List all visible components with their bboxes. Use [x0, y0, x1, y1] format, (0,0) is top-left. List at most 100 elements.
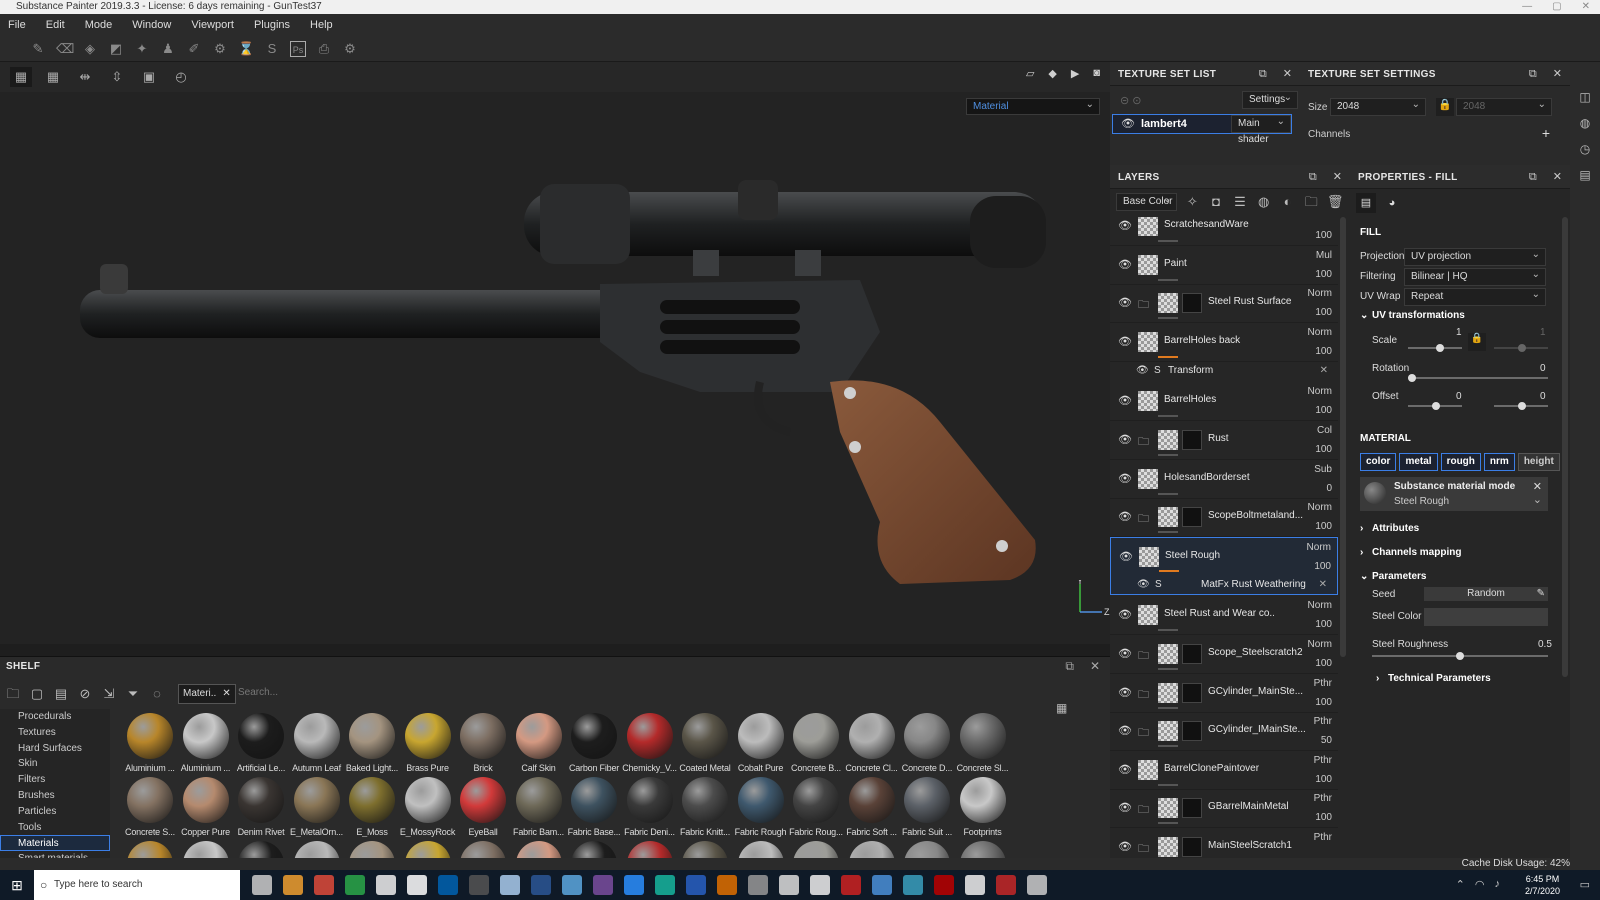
layer-opacity[interactable]: 100	[1292, 521, 1332, 532]
layer-row[interactable]: 👁 🗀 MainSteelScratch1 Pthr	[1110, 828, 1338, 858]
layers-float-icon[interactable]: ⧉	[1309, 165, 1317, 189]
layer-eye-icon[interactable]: 👁	[1118, 801, 1132, 814]
shelf-float-icon[interactable]: ⧉	[1065, 659, 1074, 674]
filtering-select[interactable]: Bilinear | HQ	[1404, 267, 1546, 286]
photoshop-icon[interactable]	[624, 875, 644, 895]
add-mask-icon[interactable]: ◘	[1207, 193, 1225, 211]
windows-start-icon[interactable]: ⊞	[0, 870, 34, 900]
channels-mapping-label[interactable]: Channels mapping	[1372, 547, 1461, 558]
network-icon[interactable]: ⌃	[1456, 878, 1465, 891]
layer-eye-icon[interactable]: 👁	[1118, 686, 1132, 699]
color-picker-icon[interactable]: ✐	[186, 41, 202, 57]
uvt-label[interactable]: UV transformations	[1372, 310, 1465, 321]
camera-icon[interactable]: ▶	[1071, 67, 1079, 80]
substance-material-mode[interactable]: Substance material mode Steel Rough ✕ ⌄	[1360, 477, 1548, 511]
category-hard-surfaces[interactable]: Hard Surfaces	[0, 741, 110, 757]
material-channel-metal[interactable]: metal	[1399, 453, 1438, 471]
layer-opacity[interactable]: 100	[1292, 405, 1332, 416]
layer-row[interactable]: 👁 ScratchesandWare 100	[1110, 217, 1338, 246]
texture-set-row[interactable]: 👁 lambert4 Main shader	[1112, 114, 1292, 145]
vs-icon[interactable]	[903, 875, 923, 895]
blend-mode[interactable]: Norm	[1291, 542, 1331, 553]
layer-eye-icon[interactable]: 👁	[1118, 724, 1132, 737]
layer-eye-icon[interactable]: 👁	[1118, 296, 1132, 309]
layout-icon[interactable]: ▦	[42, 67, 64, 87]
material-tile[interactable]: Concrete Sl...	[955, 713, 1011, 777]
layer-row[interactable]: 👁 🗀 ScopeBoltmetaland... Norm 100	[1110, 498, 1338, 538]
layer-opacity[interactable]: 50	[1292, 735, 1332, 746]
geometry-mask-icon[interactable]: ◩	[108, 41, 124, 57]
layer-eye-icon[interactable]: 👁	[1118, 647, 1132, 660]
photoshop-icon[interactable]: Ps	[290, 40, 306, 57]
material-mode-dropdown-icon[interactable]: ⌄	[1533, 493, 1542, 506]
tss-float-icon[interactable]: ⧉	[1529, 62, 1537, 86]
import-icon[interactable]: ▤	[52, 685, 70, 703]
material-tile[interactable]: Fabric Deni...	[622, 777, 678, 841]
technical-label[interactable]: Technical Parameters	[1388, 673, 1491, 684]
effect-eye-icon[interactable]: 👁	[1137, 575, 1150, 595]
size-select[interactable]: 2048	[1330, 97, 1426, 116]
material-mode-close-icon[interactable]: ✕	[1533, 480, 1542, 493]
display-settings-icon[interactable]: ◫	[1570, 84, 1600, 110]
offset-x-slider[interactable]	[1408, 402, 1462, 410]
blend-mode[interactable]: Norm	[1292, 288, 1332, 299]
obs-icon[interactable]	[965, 875, 985, 895]
material-tile[interactable]: Fabric Roug...	[788, 777, 844, 841]
tss-close-icon[interactable]: ✕	[1553, 62, 1562, 86]
layer-eye-icon[interactable]: 👁	[1119, 550, 1133, 563]
tsl-close-icon[interactable]: ✕	[1283, 62, 1292, 86]
material-tile[interactable]	[233, 841, 289, 859]
material-tile[interactable]: Fabric Soft ...	[844, 777, 900, 841]
layer-opacity[interactable]: 100	[1292, 230, 1332, 241]
maya-icon[interactable]	[655, 875, 675, 895]
hide-icon[interactable]: ⊘	[76, 685, 94, 703]
volume-icon[interactable]: ♪	[1495, 878, 1501, 891]
new-shelf-icon[interactable]: ▢	[28, 685, 46, 703]
smudge-icon[interactable]: ✦	[134, 41, 150, 57]
rotation-slider-knob[interactable]	[1408, 374, 1416, 382]
material-tile[interactable]: Denim Rivet	[233, 777, 289, 841]
rotation-slider[interactable]	[1408, 374, 1548, 382]
substance-icon[interactable]: S	[264, 41, 280, 57]
category-filters[interactable]: Filters	[0, 772, 110, 788]
layer-opacity[interactable]: 100	[1292, 812, 1332, 823]
category-textures[interactable]: Textures	[0, 725, 110, 741]
outlook-icon[interactable]	[438, 875, 458, 895]
blend-mode[interactable]: Mul	[1292, 250, 1332, 261]
material-tile[interactable]	[344, 841, 400, 859]
tool-icon[interactable]	[748, 875, 768, 895]
layer-eye-icon[interactable]: 👁	[1118, 510, 1132, 523]
material-tile[interactable]: EyeBall	[455, 777, 511, 841]
export-icon[interactable]: ⎙	[316, 41, 332, 57]
layer-eye-icon[interactable]: 👁	[1118, 763, 1132, 776]
folder-icon[interactable]	[469, 875, 489, 895]
layer-eye-icon[interactable]: 👁	[1118, 608, 1132, 621]
notification-icon[interactable]: ▭	[1580, 878, 1590, 891]
material-tile[interactable]: Coated Metal	[677, 713, 733, 777]
add-smart-material-icon[interactable]: ◐	[1279, 193, 1297, 211]
refresh-icon[interactable]: ◌	[148, 685, 166, 703]
add-channel-icon[interactable]: +	[1542, 125, 1550, 141]
layer-opacity[interactable]: 100	[1292, 774, 1332, 785]
layers-scrollbar[interactable]	[1340, 217, 1346, 657]
material-tile[interactable]: Baked Light...	[344, 713, 400, 777]
material-tile[interactable]: Fabric Suit ...	[899, 777, 955, 841]
material-tile[interactable]: E_Moss	[344, 777, 400, 841]
nvidia-icon[interactable]	[345, 875, 365, 895]
maximize-icon[interactable]: ▢	[1552, 0, 1561, 14]
chrome-icon[interactable]	[314, 875, 334, 895]
material-channel-nrm[interactable]: nrm	[1483, 453, 1515, 471]
steel-roughness-slider[interactable]	[1372, 652, 1548, 660]
layer-row[interactable]: 👁 Steel Rust and Wear co... Norm 100	[1110, 596, 1338, 636]
blend-mode[interactable]: Norm	[1292, 502, 1332, 513]
material-tile[interactable]	[400, 841, 456, 859]
menu-file[interactable]: File	[8, 19, 26, 31]
layer-opacity[interactable]: 100	[1292, 444, 1332, 455]
uvt-collapse-icon[interactable]: ⌄	[1360, 310, 1368, 321]
material-tile[interactable]	[844, 841, 900, 859]
layer-opacity[interactable]: 100	[1292, 697, 1332, 708]
cloud-icon[interactable]	[562, 875, 582, 895]
effect-row[interactable]: 👁 S Transform ✕	[1110, 361, 1338, 381]
capture-icon[interactable]	[841, 875, 861, 895]
layer-eye-icon[interactable]: 👁	[1118, 433, 1132, 446]
